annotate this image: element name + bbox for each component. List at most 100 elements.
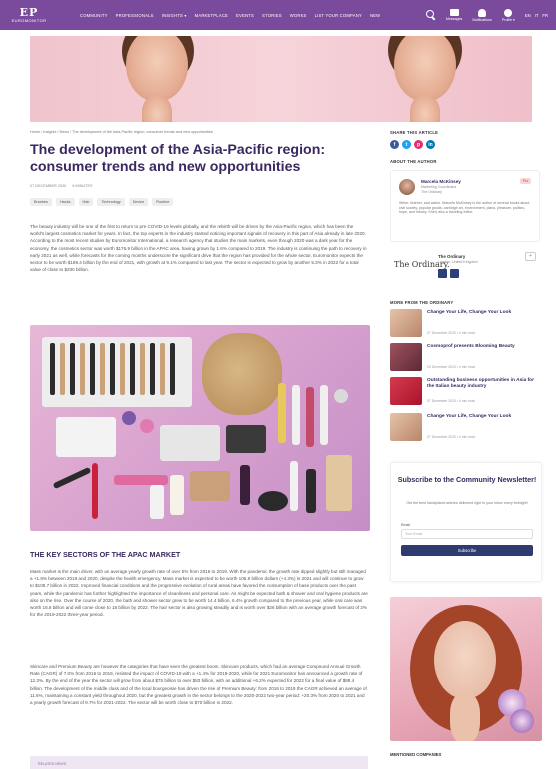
email-field[interactable]: Your Email <box>401 529 533 539</box>
nav-link-works[interactable]: WORKS <box>290 13 307 18</box>
user-icon <box>504 8 513 17</box>
tag-device[interactable]: Device <box>128 198 149 206</box>
nav-link-insights[interactable]: INSIGHTS ▾ <box>162 13 187 18</box>
profile-button[interactable]: Profile ▾ <box>502 8 515 22</box>
brush-1 <box>50 343 55 395</box>
tag-list: Brushes Hacks Hair Technology Device Rou… <box>30 198 174 206</box>
brush-7 <box>110 343 115 395</box>
follow-button[interactable]: + <box>525 252 536 261</box>
hair-wig <box>202 333 282 415</box>
brush-3 <box>70 343 75 395</box>
lang-en[interactable]: EN <box>525 13 531 18</box>
more-item[interactable]: Cosmoprof presents Blooming Beauty 03 De… <box>390 343 540 373</box>
lip-pencil <box>114 475 168 485</box>
more-item-title[interactable]: Change Your Life, Change Your Look <box>427 310 537 316</box>
more-item-thumbnail <box>390 309 422 337</box>
sidebar-ad-image[interactable] <box>390 597 542 741</box>
nav-link-events[interactable]: EVENTS <box>236 13 254 18</box>
more-item-meta: 07 December 2020 • 4 min read <box>427 331 475 335</box>
author-card[interactable]: Marcela McKinsey Marketing Coordinator T… <box>390 170 540 242</box>
makeup-box <box>56 417 116 457</box>
messages-label: Messages <box>445 17 463 21</box>
powder-compact <box>190 471 230 501</box>
hero-face-right <box>394 36 456 102</box>
nav-link-list-company[interactable]: LIST YOUR COMPANY <box>315 13 362 18</box>
newsletter-title: Subscribe to the Community Newsletter! <box>397 475 537 484</box>
site-logo[interactable]: EP EUROMONITOR <box>8 7 50 23</box>
page-title: The development of the Asia-Pacific regi… <box>30 142 326 175</box>
article-date: 07 DECEMBER 2020 <box>30 184 67 188</box>
more-item-title[interactable]: Outstanding business opportunities in As… <box>427 378 537 390</box>
facebook-icon[interactable]: f <box>390 140 399 149</box>
nav-links: COMMUNITY PROFESSIONALS INSIGHTS ▾ MARKE… <box>80 13 380 18</box>
brush-13 <box>170 343 175 395</box>
linkedin-icon[interactable]: in <box>426 140 435 149</box>
nav-link-marketplace[interactable]: MARKETPLACE <box>195 13 228 18</box>
more-item-thumbnail <box>390 413 422 441</box>
eyeshadow-pot <box>334 389 348 403</box>
eyeshadow-palette <box>160 425 220 461</box>
brush-6 <box>100 343 105 395</box>
search-icon[interactable] <box>425 10 436 20</box>
more-item[interactable]: Change Your Life, Change Your Look 07 De… <box>390 413 540 443</box>
lang-it[interactable]: IT <box>535 13 539 18</box>
tag-brushes[interactable]: Brushes <box>30 198 52 206</box>
lipgloss-2 <box>292 385 300 445</box>
company-location: London, United Kingdom <box>438 260 478 264</box>
bell-icon <box>478 8 487 17</box>
tag-routine[interactable]: Routine <box>152 198 174 206</box>
more-item-title[interactable]: Change Your Life, Change Your Look <box>427 414 537 420</box>
notifications-button[interactable]: Notifications <box>472 8 492 22</box>
brush-4 <box>80 343 85 395</box>
ad-face <box>434 621 496 699</box>
twitter-icon[interactable]: t <box>402 140 411 149</box>
author-bio: Writer, listener, and active. Marcela Mc… <box>399 201 530 215</box>
hero-image <box>30 36 532 122</box>
more-item-title[interactable]: Cosmoprof presents Blooming Beauty <box>427 344 537 350</box>
brush-9 <box>130 343 135 395</box>
author-name[interactable]: Marcela McKinsey <box>421 179 461 184</box>
more-item[interactable]: Outstanding business opportunities in As… <box>390 377 540 407</box>
related-news-box: RELATED NEWS <box>30 756 368 769</box>
company-grid-icon[interactable] <box>438 269 447 278</box>
more-item-thumbnail <box>390 377 422 405</box>
more-item-meta: 07 December 2020 • 4 min read <box>427 399 475 403</box>
company-name[interactable]: The Ordinary <box>438 254 465 259</box>
breadcrumb[interactable]: Home / Insights / News / The development… <box>30 130 213 134</box>
envelope-icon <box>449 9 459 16</box>
more-item[interactable]: Change Your Life, Change Your Look 07 De… <box>390 309 540 339</box>
nav-link-community[interactable]: COMMUNITY <box>80 13 108 18</box>
status-badge: Pro <box>519 178 531 184</box>
compact-case <box>226 425 266 453</box>
company-card[interactable]: The Ordinary. The Ordinary London, Unite… <box>390 248 540 288</box>
notifications-label: Notifications <box>472 17 492 22</box>
language-switcher: EN IT FR <box>525 13 548 18</box>
messages-button[interactable]: Messages <box>446 9 462 21</box>
nav-link-stories[interactable]: STORIES <box>262 13 282 18</box>
nav-link-new[interactable]: NEW <box>370 13 380 18</box>
article-image <box>30 325 370 531</box>
about-author-label: ABOUT THE AUTHOR <box>390 159 437 164</box>
author-role-text: Marketing Coordinator <box>421 185 457 189</box>
article-read-time: 6 MINUTES <box>72 184 93 188</box>
tube-2 <box>170 475 184 515</box>
brush-10 <box>140 343 145 395</box>
tag-hacks[interactable]: Hacks <box>55 198 75 206</box>
author-company: The Ordinary <box>421 189 442 194</box>
nav-link-professionals[interactable]: PROFESSIONALS <box>116 13 154 18</box>
article-paragraph-1: The beauty industry will be one of the f… <box>30 224 367 273</box>
lang-fr[interactable]: FR <box>542 13 548 18</box>
pinterest-icon[interactable]: p <box>414 140 423 149</box>
sponge-2 <box>140 419 154 433</box>
newsletter-box: Subscribe to the Community Newsletter! G… <box>390 462 542 582</box>
article-meta: 07 DECEMBER 2020 6 MINUTES <box>30 184 93 188</box>
company-mail-icon[interactable] <box>450 269 459 278</box>
hero-neck-right <box>410 96 440 122</box>
hero-neck-left <box>142 96 172 122</box>
mentioned-companies-label: MENTIONED COMPANIES <box>390 752 442 757</box>
tag-hair[interactable]: Hair <box>78 198 94 206</box>
foundation <box>240 465 250 505</box>
subscribe-button[interactable]: Subscribe <box>401 545 533 556</box>
email-label: Email <box>401 523 410 527</box>
tag-technology[interactable]: Technology <box>97 198 125 206</box>
